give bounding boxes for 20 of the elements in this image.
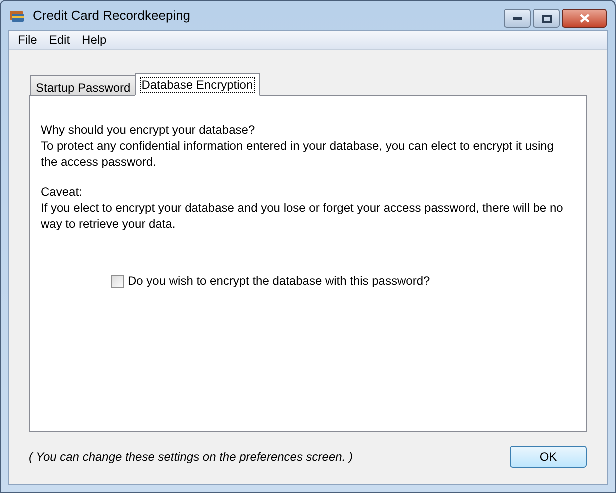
maximize-icon [542, 14, 552, 22]
menu-item[interactable]: Edit [43, 31, 76, 49]
section-heading: Why should you encrypt your database? [41, 122, 256, 138]
checkbox-label: Do you wish to encrypt the database with this password? [128, 273, 430, 290]
ok-button[interactable]: OK [510, 446, 587, 468]
menu-item[interactable]: File [12, 31, 44, 49]
tab[interactable]: Database Encryption [134, 73, 260, 96]
close-button[interactable] [562, 9, 607, 28]
minimize-icon [513, 17, 522, 20]
tab[interactable]: Startup Password [30, 75, 137, 95]
close-icon [580, 14, 590, 23]
section-text: To protect any confidential information entered in your database, you can elect to encrypt it using the access password. [41, 138, 555, 170]
minimize-button[interactable] [504, 9, 531, 28]
menu-item[interactable]: Help [76, 31, 113, 49]
section-heading: Caveat: [41, 184, 84, 200]
window-title: Credit Card Recordkeeping [33, 6, 192, 25]
maximize-button[interactable] [533, 9, 560, 28]
footer-note: ( You can change these settings on the preferences screen. ) [29, 449, 353, 466]
checkbox[interactable] [111, 274, 124, 288]
section-text: If you elect to encrypt your database and you lose or forget your access password, there will be no way to retrieve your data. [41, 200, 564, 232]
